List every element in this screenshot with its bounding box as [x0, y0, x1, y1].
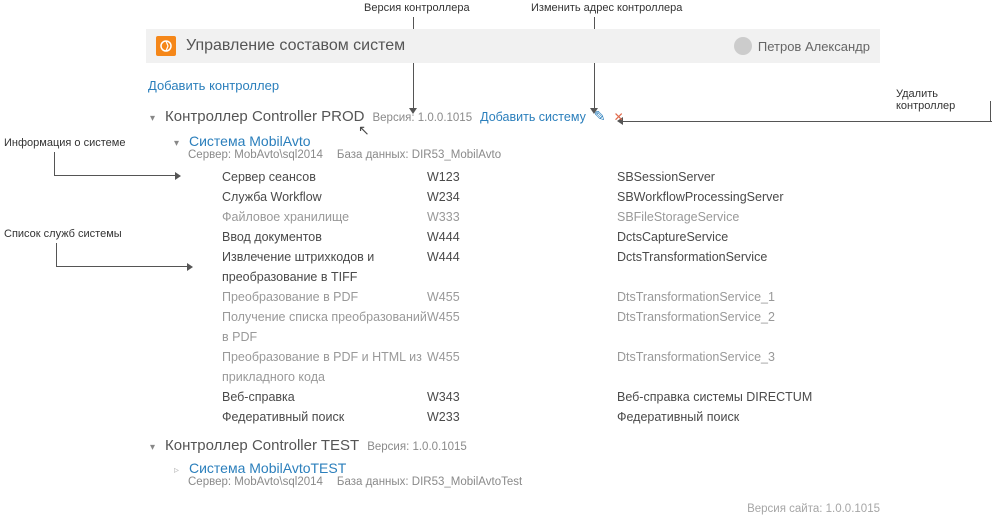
user-name: Петров Александр	[758, 39, 870, 54]
system-block: ▹ Система MobilAvtoTEST Сервер: MobAvto\…	[172, 460, 878, 488]
service-row: Ввод документовW444DctsCaptureService	[222, 227, 878, 247]
service-id: DctsTransformationService	[617, 247, 867, 267]
service-name: Файловое хранилище	[222, 207, 427, 227]
service-id: SBWorkflowProcessingServer	[617, 187, 867, 207]
edit-icon[interactable]: ✎	[594, 108, 606, 125]
service-code: W233	[427, 407, 617, 427]
service-code: W455	[427, 347, 617, 367]
service-name: Извлечение штрихкодов и преобразование в…	[222, 247, 427, 287]
chevron-right-icon[interactable]: ▹	[172, 465, 181, 476]
service-name: Веб-справка	[222, 387, 427, 407]
chevron-down-icon[interactable]: ▾	[148, 442, 157, 453]
system-name[interactable]: Система MobilAvto	[189, 133, 311, 149]
controller-version: Версия: 1.0.0.1015	[372, 112, 472, 124]
service-code: W455	[427, 307, 617, 327]
service-id: DtsTransformationService_1	[617, 287, 867, 307]
page-title: Управление составом систем	[186, 37, 734, 55]
service-code: W444	[427, 247, 617, 267]
annotation-services: Список служб системы	[4, 228, 122, 240]
system-row: ▾ Система MobilAvto	[172, 133, 878, 149]
service-code: W333	[427, 207, 617, 227]
delete-icon[interactable]: ✕	[614, 110, 624, 124]
controller-name: Контроллер Controller TEST	[165, 437, 359, 454]
service-id: DctsCaptureService	[617, 227, 867, 247]
server-label: Сервер: MobAvto\sql2014	[188, 149, 323, 161]
service-name: Преобразование в PDF	[222, 287, 427, 307]
controllers-tree: ▾ Контроллер Controller PROD Версия: 1.0…	[148, 108, 878, 488]
service-id: Веб-справка системы DIRECTUM	[617, 387, 867, 407]
service-id: Федеративный поиск	[617, 407, 867, 427]
service-name: Получение списка преобразований в PDF	[222, 307, 427, 347]
annotation-delete: Удалить контроллер	[896, 88, 998, 112]
service-name: Федеративный поиск	[222, 407, 427, 427]
controller-row: ▾ Контроллер Controller TEST Версия: 1.0…	[148, 437, 878, 454]
service-name: Сервер сеансов	[222, 167, 427, 187]
service-id: DtsTransformationService_2	[617, 307, 867, 327]
annotation-sys-info: Информация о системе	[4, 137, 125, 149]
db-label: База данных: DIR53_MobilAvto	[337, 149, 501, 161]
user-block[interactable]: Петров Александр	[734, 37, 870, 55]
app-logo-icon	[156, 36, 176, 56]
service-name: Служба Workflow	[222, 187, 427, 207]
annotation-version: Версия контроллера	[364, 2, 470, 14]
chevron-down-icon[interactable]: ▾	[172, 138, 181, 149]
service-id: SBSessionServer	[617, 167, 867, 187]
cursor-icon: ↖	[358, 122, 370, 139]
site-version: Версия сайта: 1.0.0.1015	[747, 503, 880, 515]
service-row: Преобразование в PDF и HTML из прикладно…	[222, 347, 878, 387]
header-bar: Управление составом систем Петров Алекса…	[146, 29, 880, 63]
controller-row: ▾ Контроллер Controller PROD Версия: 1.0…	[148, 108, 878, 125]
system-block: ▾ Система MobilAvto Сервер: MobAvto\sql2…	[172, 133, 878, 427]
avatar-icon	[734, 37, 752, 55]
service-code: W444	[427, 227, 617, 247]
service-code: W455	[427, 287, 617, 307]
service-code: W234	[427, 187, 617, 207]
db-label: База данных: DIR53_MobilAvtoTest	[337, 476, 522, 488]
service-row: Сервер сеансовW123SBSessionServer	[222, 167, 878, 187]
service-code: W123	[427, 167, 617, 187]
service-id: SBFileStorageService	[617, 207, 867, 227]
service-row: Извлечение штрихкодов и преобразование в…	[222, 247, 878, 287]
service-row: Получение списка преобразований в PDFW45…	[222, 307, 878, 347]
annotation-line	[54, 152, 55, 176]
service-row: Федеративный поискW233Федеративный поиск	[222, 407, 878, 427]
controller-name: Контроллер Controller PROD	[165, 108, 364, 125]
system-row: ▹ Система MobilAvtoTEST	[172, 460, 878, 476]
system-meta: Сервер: MobAvto\sql2014 База данных: DIR…	[188, 149, 878, 161]
controller-version: Версия: 1.0.0.1015	[367, 441, 467, 453]
add-system-link[interactable]: Добавить систему	[480, 110, 586, 124]
service-id: DtsTransformationService_3	[617, 347, 867, 367]
service-name: Ввод документов	[222, 227, 427, 247]
service-row: Файловое хранилищеW333SBFileStorageServi…	[222, 207, 878, 227]
server-label: Сервер: MobAvto\sql2014	[188, 476, 323, 488]
system-name[interactable]: Система MobilAvtoTEST	[189, 460, 346, 476]
chevron-down-icon[interactable]: ▾	[148, 113, 157, 124]
add-controller-link[interactable]: Добавить контроллер	[148, 78, 279, 93]
service-name: Преобразование в PDF и HTML из прикладно…	[222, 347, 427, 387]
service-code: W343	[427, 387, 617, 407]
service-row: Служба WorkflowW234SBWorkflowProcessingS…	[222, 187, 878, 207]
service-row: Веб-справкаW343Веб-справка системы DIREC…	[222, 387, 878, 407]
annotation-line	[990, 101, 991, 121]
system-meta: Сервер: MobAvto\sql2014 База данных: DIR…	[188, 476, 878, 488]
annotation-line	[56, 243, 57, 267]
service-row: Преобразование в PDFW455DtsTransformatio…	[222, 287, 878, 307]
services-list: Сервер сеансовW123SBSessionServerСлужба …	[222, 167, 878, 427]
annotation-edit-addr: Изменить адрес контроллера	[531, 2, 682, 14]
